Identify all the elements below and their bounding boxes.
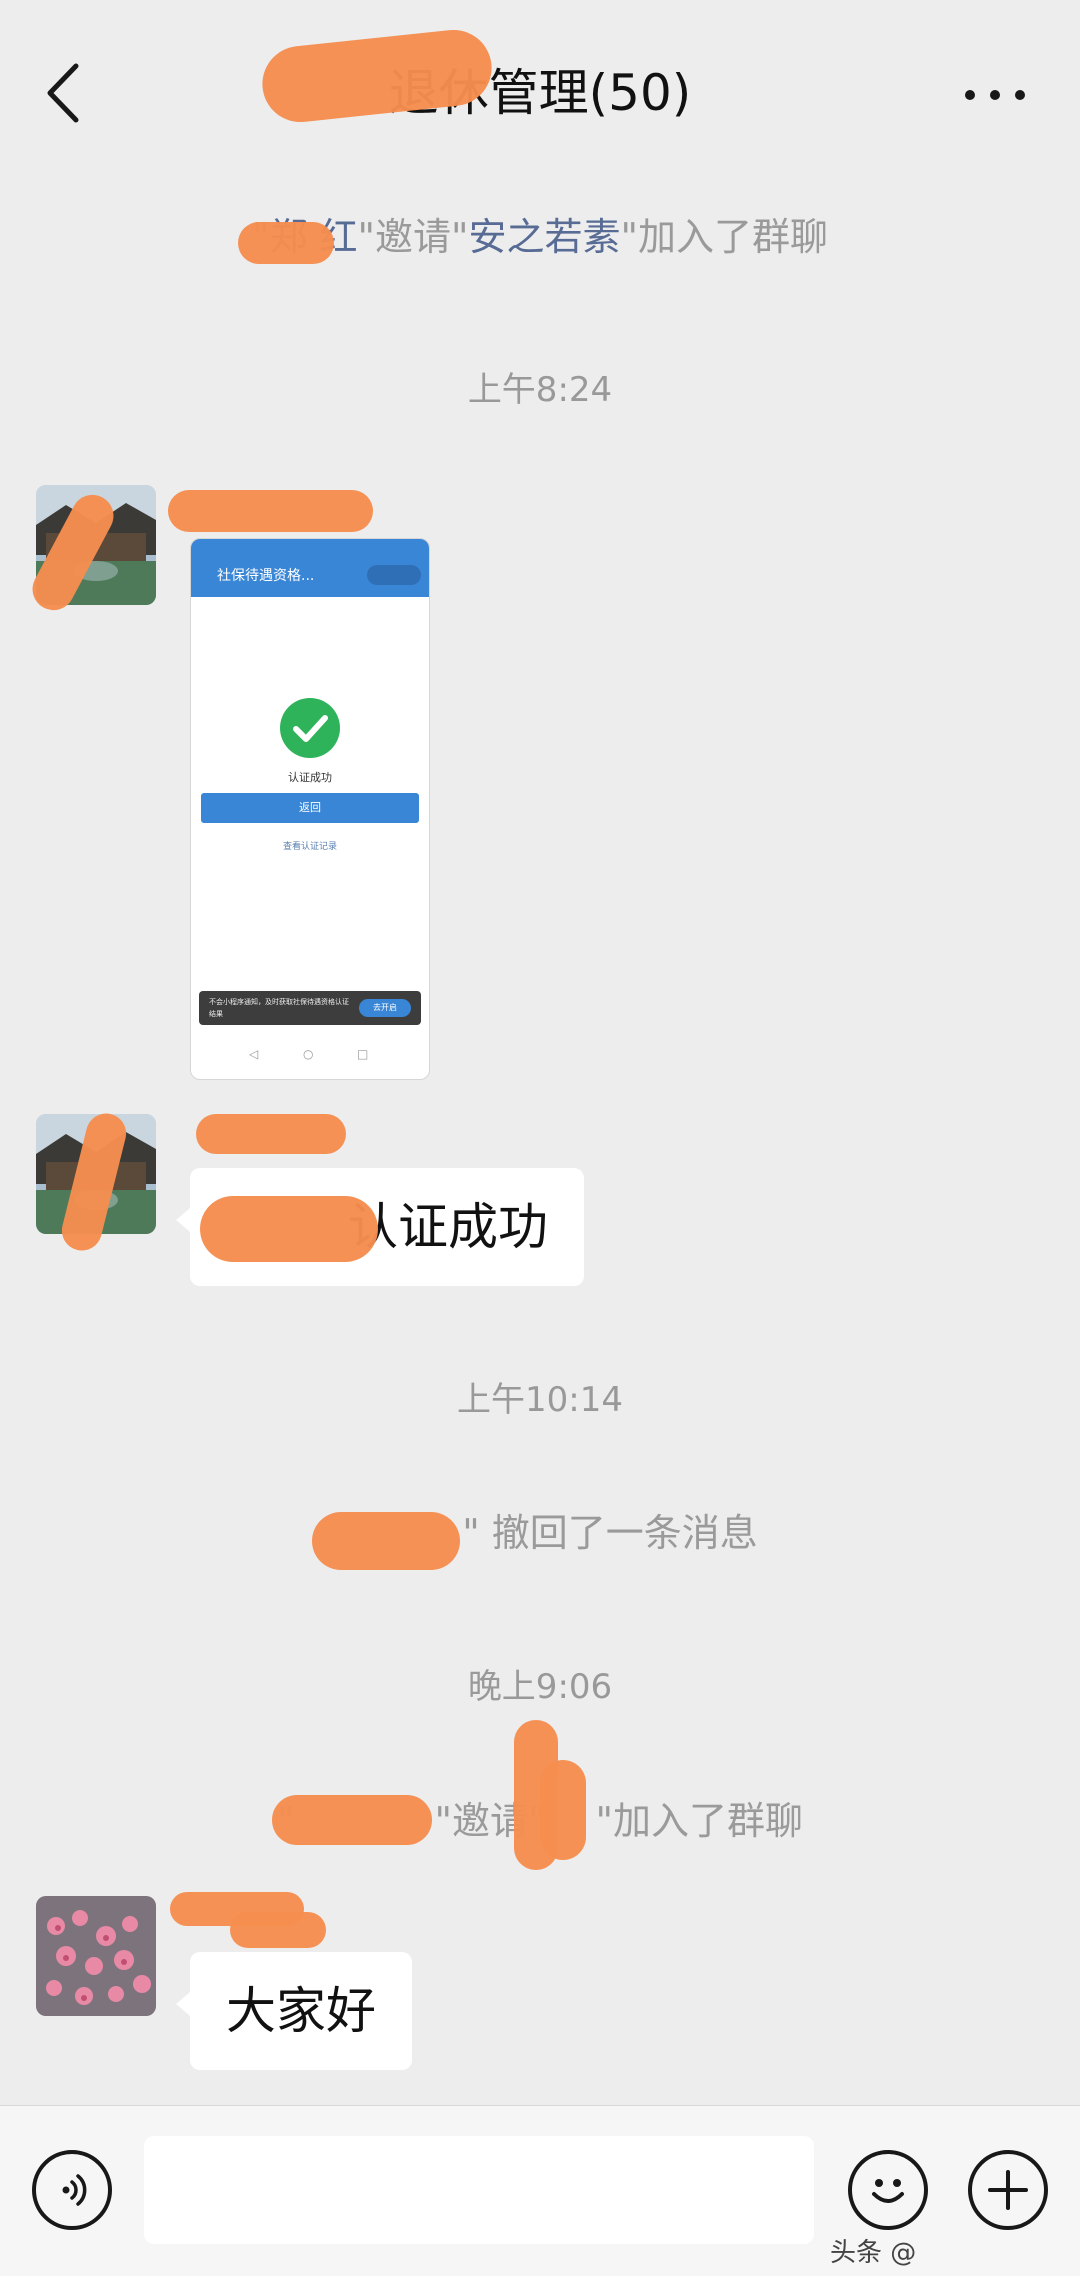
- success-check-icon: [280, 698, 340, 758]
- shot-success-text: 认证成功: [288, 771, 332, 784]
- redaction-mark: [230, 1912, 326, 1948]
- redaction-mark: [540, 1760, 586, 1860]
- shot-link: 查看认证记录: [282, 842, 337, 852]
- shot-banner-button: 去开启: [359, 999, 411, 1017]
- emoji-icon[interactable]: [848, 2150, 928, 2230]
- shot-banner-text: 不会小程序通知，及时获取社保待遇资格认证结果: [209, 998, 349, 1018]
- system-notice-invite: "郑 红"邀请"安之若素"加入了群聊: [0, 212, 1080, 262]
- shot-title: 社保待遇资格...: [217, 568, 315, 584]
- system-notice-recall: " 撤回了一条消息: [462, 1511, 758, 1555]
- voice-icon[interactable]: [32, 2150, 112, 2230]
- redaction-mark: [196, 1114, 346, 1154]
- nav-recent-icon: □: [357, 1047, 369, 1061]
- text-bubble[interactable]: 大家好: [176, 1952, 412, 2070]
- redaction-mark: [200, 1196, 378, 1262]
- chat-title: 退休管理(50): [388, 64, 692, 122]
- shot-header: 社保待遇资格...: [191, 539, 429, 597]
- nav-back-icon: ◁: [249, 1047, 259, 1061]
- timestamp: 上午10:14: [457, 1380, 623, 1420]
- more-dots-icon[interactable]: [960, 70, 1030, 120]
- redaction-mark: [312, 1512, 460, 1570]
- timestamp: 上午8:24: [467, 370, 613, 410]
- image-message[interactable]: 社保待遇资格... 认证成功 返回 查看认证记录 不会小程序通知，及时获取社保待…: [190, 538, 430, 1080]
- redaction-mark: [238, 222, 334, 264]
- redaction-mark: [272, 1795, 432, 1845]
- chat-header: 退休管理(50): [0, 0, 1080, 170]
- redaction-mark: [168, 490, 373, 532]
- nav-home-icon: ○: [303, 1047, 314, 1061]
- shot-status-bar: [199, 543, 421, 553]
- shot-banner: 不会小程序通知，及时获取社保待遇资格认证结果 去开启: [199, 991, 421, 1025]
- plus-icon[interactable]: [968, 2150, 1048, 2230]
- input-bar: [0, 2105, 1080, 2276]
- shot-nav-bar: ◁ ○ □: [191, 1039, 429, 1069]
- watermark: 头条 @: [830, 2238, 917, 2268]
- shot-button: 返回: [201, 793, 419, 823]
- avatar[interactable]: [36, 1896, 156, 2016]
- message-input[interactable]: [144, 2136, 814, 2244]
- invitee-name[interactable]: 安之若素: [469, 215, 621, 259]
- timestamp: 晚上9:06: [467, 1667, 613, 1707]
- shot-capsule: [367, 565, 421, 585]
